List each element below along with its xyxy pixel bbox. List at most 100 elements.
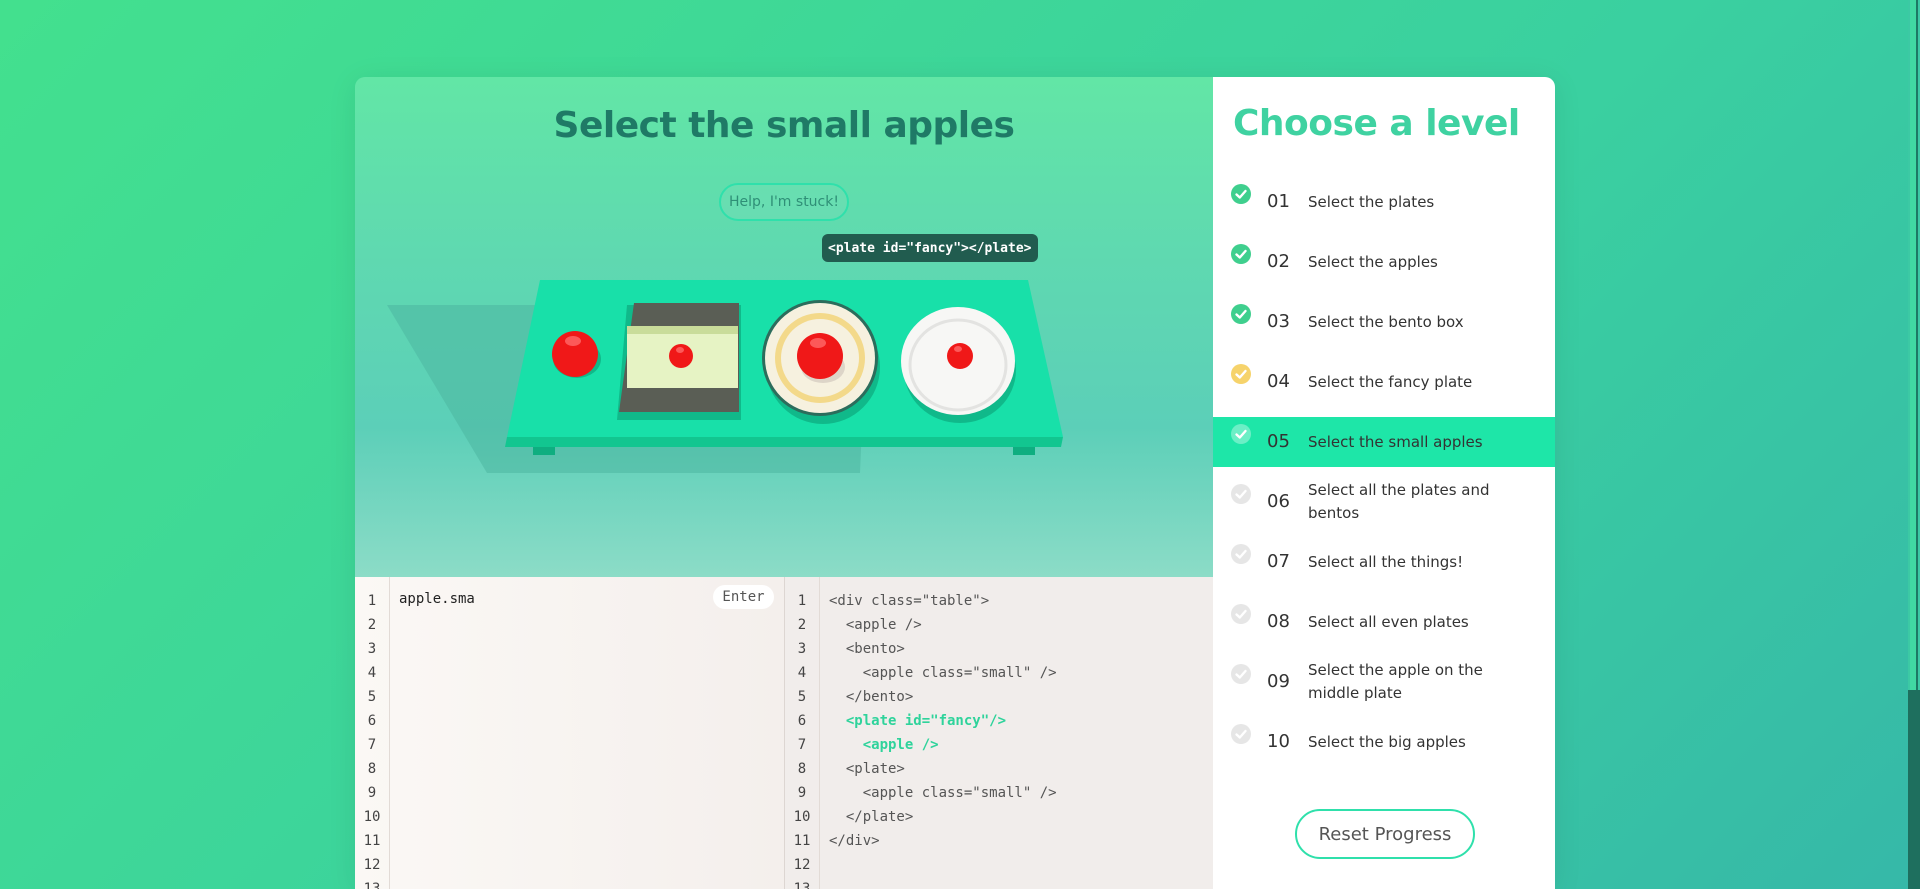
level-name: Select the bento box <box>1308 312 1464 331</box>
table-front <box>505 437 1063 447</box>
table-leg-left <box>533 447 555 455</box>
html-viewer: 1 2 3 4 5 6 7 8 9 10 11 12 13 <div class="table"> <a… <box>784 577 1213 889</box>
level-name: Select all the plates and bentos <box>1308 481 1490 522</box>
line-number: 10 <box>793 809 811 825</box>
line-number: 5 <box>367 689 377 705</box>
table-leg-right <box>1013 447 1035 455</box>
apple-on-fancy-highlight <box>810 338 826 348</box>
checkmark-icon <box>1231 664 1251 684</box>
level-item-07[interactable]: 07 Select all the things! <box>1213 537 1555 587</box>
css-selector-input[interactable] <box>399 587 699 611</box>
bento-inner-edge <box>627 326 738 334</box>
line-number: 2 <box>367 617 377 633</box>
level-item-01[interactable]: 01 Select the plates <box>1213 177 1555 227</box>
checkmark-icon <box>1231 424 1251 444</box>
element-tooltip: <plate id="fancy"></plate> <box>822 234 1038 262</box>
level-number: 07 <box>1267 551 1290 572</box>
checkmark-icon <box>1231 544 1251 564</box>
level-item-02[interactable]: 02 Select the apples <box>1213 237 1555 287</box>
line-number: 9 <box>367 785 377 801</box>
checkmark-icon <box>1231 184 1251 204</box>
line-number: 1 <box>367 593 377 609</box>
small-apple-plate-highlight <box>954 346 962 352</box>
line-number: 2 <box>797 617 807 633</box>
html-code-line: <bento> <box>829 641 905 657</box>
level-number: 03 <box>1267 311 1290 332</box>
html-code: <div class="table"> <apple /> <bento> <a… <box>829 589 1057 853</box>
line-number: 11 <box>363 833 381 849</box>
line-number: 8 <box>797 761 807 777</box>
level-name: Select the apple on the middle plate <box>1308 661 1483 702</box>
level-item-03[interactable]: 03 Select the bento box <box>1213 297 1555 347</box>
line-number: 3 <box>797 641 807 657</box>
level-sidebar: Choose a level 01 Select the plates 02 Sele… <box>1213 77 1555 889</box>
level-name: Select all the things! <box>1308 552 1464 571</box>
level-name: Select all even plates <box>1308 612 1469 631</box>
html-code-line: <div class="table"> <box>829 593 990 609</box>
checkmark-icon <box>1231 724 1251 744</box>
line-number: 7 <box>367 737 377 753</box>
level-number: 06 <box>1267 491 1290 512</box>
line-number: 6 <box>797 713 807 729</box>
level-number: 05 <box>1267 431 1290 452</box>
line-number: 7 <box>797 737 807 753</box>
checkmark-icon <box>1231 304 1251 324</box>
line-number: 12 <box>793 857 811 873</box>
enter-button[interactable]: Enter <box>713 585 774 609</box>
level-number: 08 <box>1267 611 1290 632</box>
line-number: 5 <box>797 689 807 705</box>
css-editor: 12345678910111213 Enter <box>355 577 784 889</box>
line-number: 9 <box>797 785 807 801</box>
level-item-05[interactable]: 05 Select the small apples <box>1213 417 1555 467</box>
html-code-line: <apple class="small" /> <box>829 785 1057 801</box>
line-number: 11 <box>793 833 811 849</box>
level-name: Select the big apples <box>1308 732 1466 751</box>
css-line-numbers: 1 2 3 4 5 6 7 8 9 10 11 12 13 <box>355 577 390 889</box>
html-code-line: <apple class="small" /> <box>829 665 1057 681</box>
line-number: 10 <box>363 809 381 825</box>
html-code-line: <plate id="fancy"/> <box>829 713 1007 729</box>
line-number: 1 <box>797 593 807 609</box>
level-item-10[interactable]: 10 Select the big apples <box>1213 717 1555 767</box>
apple-highlight <box>565 336 581 346</box>
app-container: Select the small apples Help, I'm stuck! <box>355 77 1555 889</box>
level-item-09[interactable]: 09 Select the apple on the middle plate <box>1213 657 1555 707</box>
line-number: 12 <box>363 857 381 873</box>
level-item-04[interactable]: 04 Select the fancy plate <box>1213 357 1555 407</box>
level-name: Select the fancy plate <box>1308 372 1473 391</box>
level-number: 09 <box>1267 671 1290 692</box>
table-scene <box>387 280 1063 473</box>
game-area: Select the small apples Help, I'm stuck! <box>355 77 1213 577</box>
line-number: 13 <box>363 881 381 889</box>
line-number: 4 <box>367 665 377 681</box>
level-item-06[interactable]: 06 Select all the plates and bentos <box>1213 477 1555 527</box>
reset-progress-button[interactable]: Reset Progress <box>1295 809 1475 859</box>
level-name: Select the apples <box>1308 252 1438 271</box>
level-name: Select the small apples <box>1308 432 1483 451</box>
html-code-line: <plate> <box>829 761 905 777</box>
level-number: 01 <box>1267 191 1290 212</box>
level-number: 04 <box>1267 371 1290 392</box>
checkmark-icon <box>1231 364 1251 384</box>
checkmark-icon <box>1231 244 1251 264</box>
html-code-line: </div> <box>829 833 880 849</box>
line-number: 8 <box>367 761 377 777</box>
level-number: 10 <box>1267 731 1290 752</box>
page-scrollbar-thumb[interactable] <box>1910 0 1918 690</box>
html-code-line: </bento> <box>829 689 914 705</box>
sidebar-title: Choose a level <box>1233 103 1520 144</box>
line-number: 4 <box>797 665 807 681</box>
page-scrollbar-lower <box>1908 690 1920 889</box>
line-number: 6 <box>367 713 377 729</box>
html-code-line: <apple /> <box>829 737 939 753</box>
checkmark-icon <box>1231 604 1251 624</box>
level-number: 02 <box>1267 251 1290 272</box>
level-name: Select the plates <box>1308 192 1435 211</box>
line-number: 13 <box>793 881 811 889</box>
line-number: 3 <box>367 641 377 657</box>
checkmark-icon <box>1231 484 1251 504</box>
html-code-line: <apple /> <box>829 617 922 633</box>
html-line-numbers: 1 2 3 4 5 6 7 8 9 10 11 12 13 <box>785 577 820 889</box>
level-item-08[interactable]: 08 Select all even plates <box>1213 597 1555 647</box>
small-apple-bento-highlight <box>676 347 684 353</box>
